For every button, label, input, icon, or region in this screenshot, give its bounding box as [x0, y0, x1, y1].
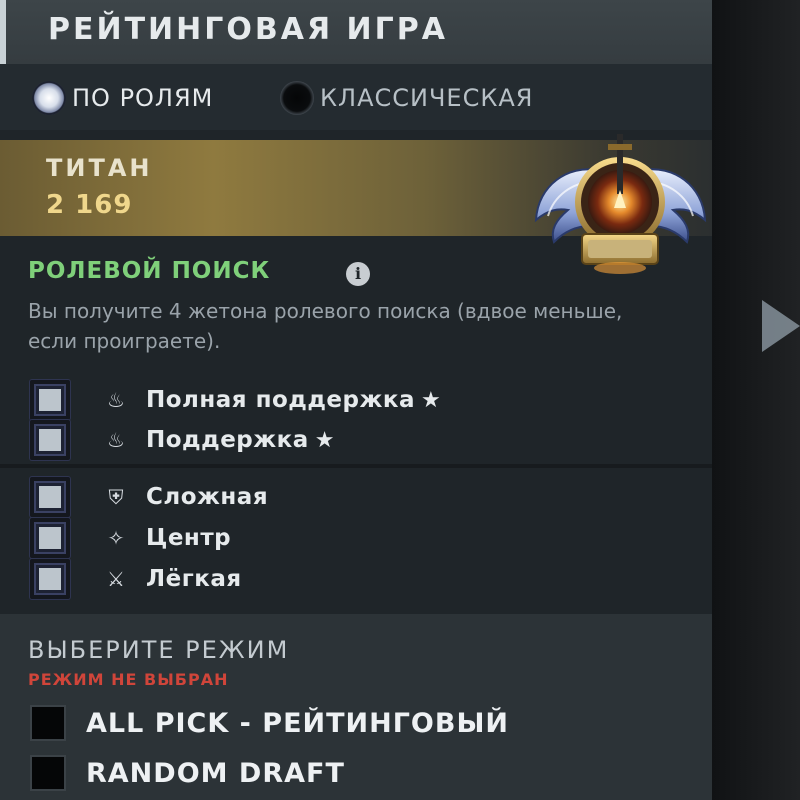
offlane-icon: ⛨: [108, 485, 124, 509]
role-checkbox[interactable]: [30, 420, 70, 460]
role-checkbox[interactable]: [30, 380, 70, 420]
role-row-safelane[interactable]: ⚔ Лёгкая: [30, 559, 630, 599]
radio-role-queue-label: ПО РОЛЯМ: [72, 84, 214, 112]
role-search-title: РОЛЕВОЙ ПОИСК: [28, 258, 271, 284]
role-label: Полная поддержка: [146, 387, 416, 413]
page-title: РЕЙТИНГОВАЯ ИГРА: [48, 12, 448, 47]
mode-checkbox[interactable]: [30, 705, 66, 741]
role-label: Центр: [146, 525, 232, 551]
role-label: Поддержка: [146, 427, 309, 453]
role-checkbox[interactable]: [30, 477, 70, 517]
matchmaking-mode-selector: ПО РОЛЯМ КЛАССИЧЕСКАЯ: [0, 64, 712, 130]
role-search-description: Вы получите 4 жетона ролевого поиска (вд…: [28, 299, 623, 353]
role-row-support[interactable]: ♨ Поддержка ★: [30, 420, 630, 460]
safelane-icon: ⚔: [107, 567, 125, 591]
game-mode-warning: РЕЖИМ НЕ ВЫБРАН: [28, 670, 229, 689]
info-icon[interactable]: i: [346, 262, 370, 286]
game-mode-heading: ВЫБЕРИТЕ РЕЖИМ: [28, 636, 290, 664]
background-scene: [712, 0, 800, 800]
rank-name: ТИТАН: [46, 154, 153, 182]
game-mode-section: ВЫБЕРИТЕ РЕЖИМ РЕЖИМ НЕ ВЫБРАН ALL PICK …: [0, 614, 712, 800]
divider: [0, 464, 712, 468]
panel-header: РЕЙТИНГОВАЯ ИГРА: [0, 0, 712, 64]
play-arrow-icon[interactable]: [762, 300, 800, 352]
mode-option-all-pick[interactable]: ALL PICK - РЕЙТИНГОВЫЙ: [30, 704, 509, 742]
radio-role-queue[interactable]: ПО РОЛЯМ: [32, 81, 213, 115]
titan-medal-icon: [534, 134, 707, 274]
rank-mmr: 2 169: [46, 190, 133, 220]
role-label: Лёгкая: [146, 566, 242, 592]
radio-classic-label: КЛАССИЧЕСКАЯ: [320, 84, 534, 112]
support-icon: ♨: [107, 428, 125, 452]
role-label: Сложная: [146, 484, 269, 510]
role-row-hard-support[interactable]: ♨ Полная поддержка ★: [30, 380, 630, 420]
radio-selected-icon: [32, 81, 66, 115]
hard-support-icon: ♨: [107, 388, 125, 412]
role-row-offlane[interactable]: ⛨ Сложная: [30, 477, 630, 517]
star-icon: ★: [421, 387, 441, 413]
mode-option-random-draft[interactable]: RANDOM DRAFT: [30, 754, 345, 792]
mode-checkbox[interactable]: [30, 755, 66, 791]
role-row-mid[interactable]: ✧ Центр: [30, 518, 630, 558]
mode-label: ALL PICK - РЕЙТИНГОВЫЙ: [86, 707, 510, 739]
role-checkbox[interactable]: [30, 559, 70, 599]
mode-label: RANDOM DRAFT: [86, 757, 345, 789]
mid-icon: ✧: [107, 526, 125, 550]
star-icon: ★: [314, 427, 335, 453]
role-checkbox[interactable]: [30, 518, 70, 558]
radio-unselected-icon: [280, 81, 314, 115]
ranked-panel: РЕЙТИНГОВАЯ ИГРА ПО РОЛЯМ КЛАССИЧЕСКАЯ Т…: [0, 0, 712, 800]
radio-classic[interactable]: КЛАССИЧЕСКАЯ: [280, 81, 533, 115]
